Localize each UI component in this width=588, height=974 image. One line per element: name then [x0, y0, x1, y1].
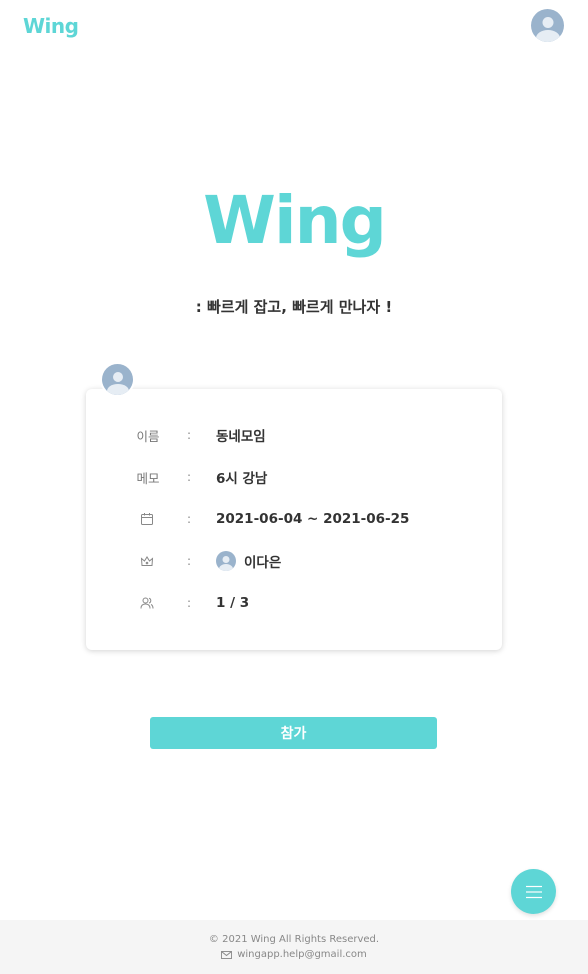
host-avatar-icon: [102, 364, 133, 395]
host-name: 이다은: [244, 555, 282, 571]
name-row: 이름 : 동네모임: [86, 424, 502, 446]
calendar-icon: [139, 511, 155, 527]
memo-row: 메모 : 6시 강남: [86, 466, 502, 488]
host-value: 이다은: [216, 551, 281, 571]
meeting-memo: 6시 강남: [216, 471, 268, 487]
crown-icon: [139, 553, 155, 569]
join-button[interactable]: 참가: [150, 717, 437, 749]
mail-icon: [221, 950, 233, 959]
header-logo[interactable]: Wing: [23, 14, 79, 38]
date-row: : 2021-06-04 ~ 2021-06-25: [86, 508, 502, 530]
email-link[interactable]: wingapp.help@gmail.com: [237, 949, 367, 960]
name-label: 이름: [136, 428, 160, 444]
email-line: wingapp.help@gmail.com: [0, 949, 588, 960]
footer: © 2021 Wing All Rights Reserved. wingapp…: [0, 920, 588, 974]
separator: :: [187, 428, 192, 442]
memo-label: 메모: [136, 470, 160, 486]
copyright-text: © 2021 Wing All Rights Reserved.: [208, 934, 380, 945]
members-row: : 1 / 3: [86, 592, 502, 614]
separator: :: [187, 596, 192, 610]
tagline: : 빠르게 잡고, 빠르게 만나자 !: [195, 298, 393, 316]
meeting-name: 동네모임: [216, 429, 266, 445]
profile-avatar-icon[interactable]: [531, 9, 564, 42]
menu-fab-button[interactable]: [511, 869, 556, 914]
member-count: 1 / 3: [216, 595, 250, 611]
host-mini-avatar-icon: [216, 551, 236, 571]
host-row: : 이다은: [86, 550, 502, 572]
users-icon: [139, 595, 155, 611]
separator: :: [187, 554, 192, 568]
meeting-card: 이름 : 동네모임 메모 : 6시 강남 : 2021-06-04 ~ 2021…: [86, 389, 502, 650]
meeting-dates: 2021-06-04 ~ 2021-06-25: [216, 511, 410, 527]
menu-icon: [525, 885, 542, 898]
separator: :: [187, 512, 192, 526]
hero-logo: Wing: [203, 182, 387, 259]
separator: :: [187, 470, 192, 484]
